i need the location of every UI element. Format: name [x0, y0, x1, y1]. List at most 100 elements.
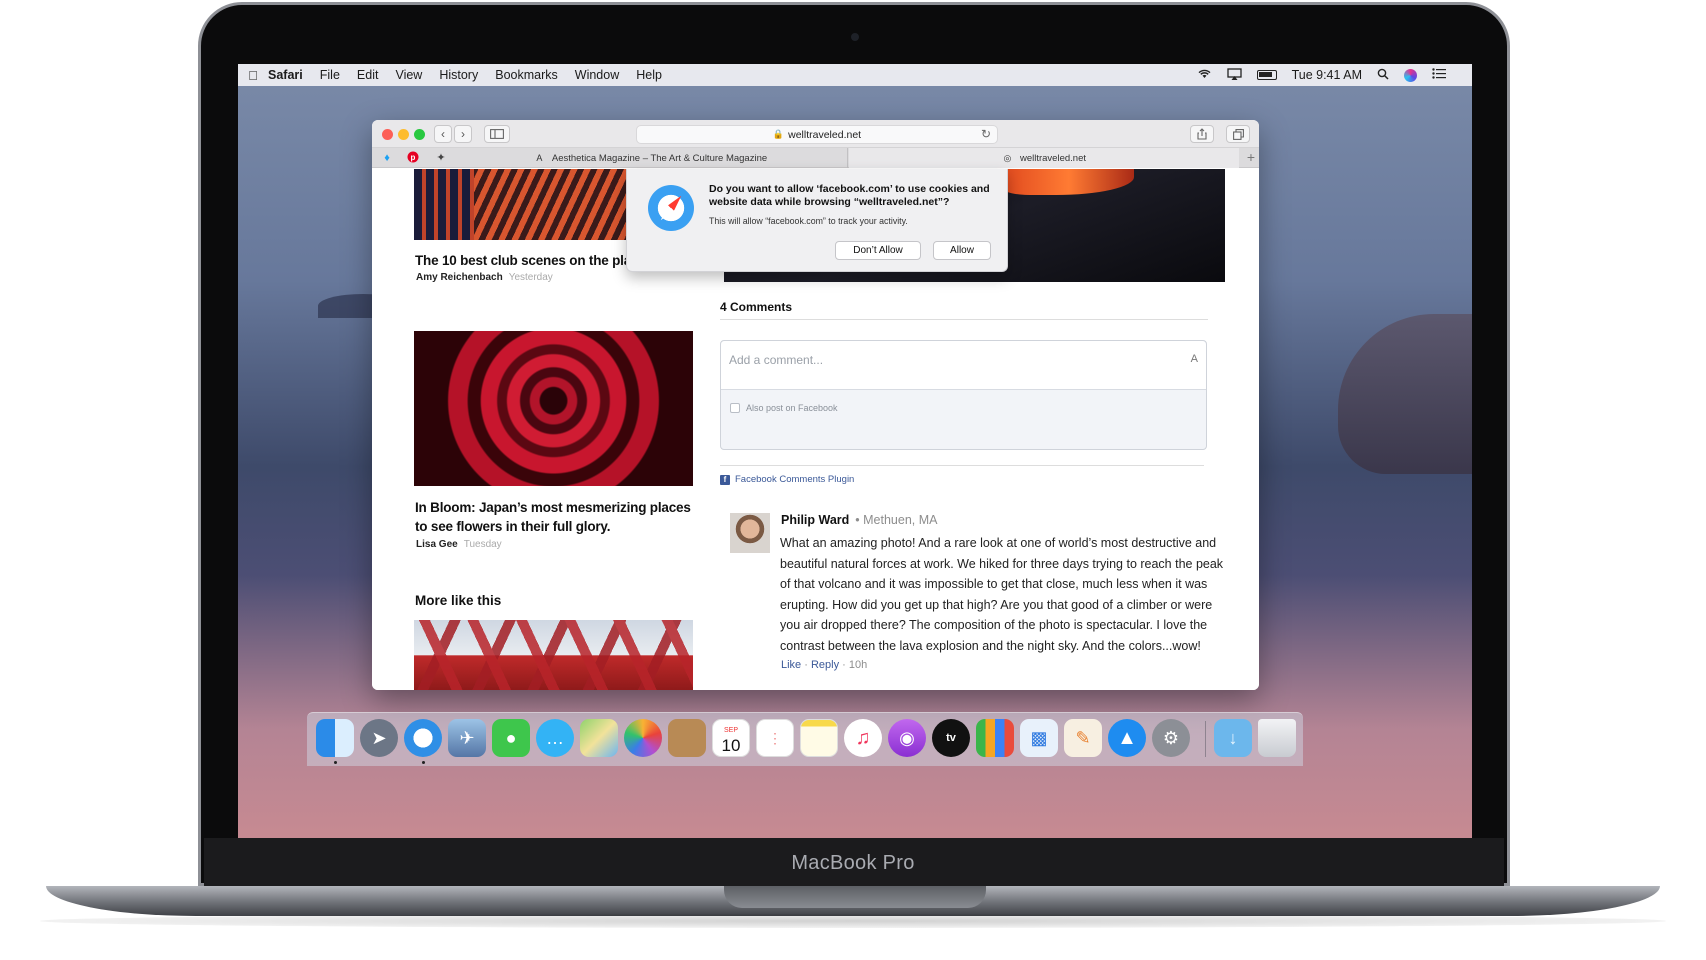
comment-location: • Methuen, MA: [855, 513, 938, 527]
pages-icon[interactable]: ✎: [1064, 719, 1102, 757]
avatar[interactable]: [730, 513, 770, 553]
device-brand: MacBook Pro: [791, 852, 915, 874]
reply-link[interactable]: Reply: [811, 659, 839, 671]
dock: ➤ ✈ ● … SEP 10 ⋮ ♫ ◉ tv ▩ ✎ ▲ ⚙ ↓: [307, 712, 1303, 766]
menu-app-name[interactable]: Safari: [268, 68, 303, 82]
menu-file[interactable]: File: [320, 68, 340, 82]
allow-button[interactable]: Allow: [933, 241, 991, 260]
clock[interactable]: Tue 9:41 AM: [1292, 68, 1362, 82]
airplay-icon[interactable]: [1226, 67, 1242, 83]
tab-label: welltraveled.net: [1019, 152, 1086, 164]
close-window-button[interactable]: [382, 129, 393, 140]
chevron-left-icon: ‹: [441, 127, 445, 141]
forward-button[interactable]: ›: [454, 125, 472, 143]
tv-icon[interactable]: tv: [932, 719, 970, 757]
minimize-window-button[interactable]: [398, 129, 409, 140]
reminders-icon[interactable]: ⋮: [756, 719, 794, 757]
text-format-icon[interactable]: A: [1191, 353, 1198, 365]
like-link[interactable]: Like: [781, 659, 801, 671]
siri-icon[interactable]: [1404, 68, 1417, 82]
battery-icon[interactable]: [1256, 70, 1277, 80]
also-post-checkbox[interactable]: [730, 403, 740, 413]
article-image-architecture[interactable]: [414, 620, 693, 690]
article-author[interactable]: Amy Reichenbach: [416, 272, 503, 283]
back-button[interactable]: ‹: [434, 125, 452, 143]
spotlight-icon[interactable]: [1377, 68, 1389, 83]
address-text: welltraveled.net: [788, 128, 862, 141]
keynote-icon[interactable]: ▩: [1020, 719, 1058, 757]
music-icon[interactable]: ♫: [844, 719, 882, 757]
notification-center-icon[interactable]: [1432, 68, 1446, 82]
tab-aesthetica[interactable]: A Aesthetica Magazine – The Art & Cultur…: [454, 148, 848, 168]
menu-edit[interactable]: Edit: [357, 68, 379, 82]
app-store-icon[interactable]: ▲: [1108, 719, 1146, 757]
pinterest-icon[interactable]: p: [406, 151, 420, 165]
wifi-icon[interactable]: [1197, 68, 1212, 82]
notes-icon[interactable]: [800, 719, 838, 757]
more-like-this-heading: More like this: [415, 593, 502, 608]
menu-bookmarks[interactable]: Bookmarks: [495, 68, 558, 82]
tab-label: Aesthetica Magazine – The Art & Culture …: [551, 152, 768, 164]
article-image-club[interactable]: [414, 169, 626, 240]
tab-welltraveled[interactable]: ◎ welltraveled.net: [849, 148, 1239, 168]
menu-view[interactable]: View: [395, 68, 422, 82]
menu-help[interactable]: Help: [636, 68, 662, 82]
menu-extras: Tue 9:41 AM: [1197, 67, 1472, 83]
tv-label: tv: [946, 732, 956, 744]
trash-icon[interactable]: [1258, 719, 1296, 757]
running-indicator: [334, 761, 337, 764]
comment-placeholder: Add a comment...: [729, 353, 824, 367]
address-bar[interactable]: 🔒 welltraveled.net ↻: [636, 125, 998, 144]
screen:  Safari File Edit View History Bookmark…: [238, 64, 1472, 838]
divider: [720, 465, 1204, 466]
podcasts-icon[interactable]: ◉: [888, 719, 926, 757]
facebook-icon: f: [720, 474, 730, 485]
comment-input[interactable]: Add a comment... A: [721, 341, 1206, 390]
share-button[interactable]: [1190, 125, 1214, 143]
new-tab-plus-icon[interactable]: +: [1247, 149, 1255, 165]
article-image-flower[interactable]: [414, 331, 693, 486]
menu-window[interactable]: Window: [575, 68, 619, 82]
dont-allow-button[interactable]: Don’t Allow: [835, 241, 921, 260]
launchpad-icon[interactable]: ➤: [360, 719, 398, 757]
running-indicator: [422, 761, 425, 764]
article-title[interactable]: In Bloom: Japan’s most mesmerizing place…: [415, 498, 700, 536]
browser-toolbar: ‹ › 🔒 welltraveled.net ↻: [372, 120, 1259, 148]
safari-icon[interactable]: [404, 719, 442, 757]
facetime-icon[interactable]: ●: [492, 719, 530, 757]
article-date: Tuesday: [463, 539, 502, 550]
pin-icon[interactable]: ✦: [434, 151, 448, 165]
comment-author-name[interactable]: Philip Ward: [781, 513, 849, 527]
plugin-label: Facebook Comments Plugin: [735, 474, 855, 485]
fullscreen-window-button[interactable]: [414, 129, 425, 140]
tabs-overview-button[interactable]: [1226, 125, 1250, 143]
numbers-icon[interactable]: [976, 719, 1014, 757]
comment-box: Add a comment... A Also post on Facebook: [720, 340, 1207, 450]
menu-history[interactable]: History: [439, 68, 478, 82]
facebook-plugin-link[interactable]: f Facebook Comments Plugin: [720, 474, 854, 485]
mail-icon[interactable]: ✈: [448, 719, 486, 757]
comments-heading: 4 Comments: [720, 300, 793, 314]
photos-icon[interactable]: [624, 719, 662, 757]
laptop-notch: [724, 886, 986, 908]
comment-author: Philip Ward • Methuen, MA: [781, 513, 938, 527]
article-title[interactable]: The 10 best club scenes on the plar: [415, 251, 630, 270]
apple-menu-icon[interactable]: : [238, 68, 268, 83]
article-meta: Lisa Gee Tuesday: [416, 539, 502, 550]
downloads-folder-icon[interactable]: ↓: [1214, 719, 1252, 757]
messages-icon[interactable]: …: [536, 719, 574, 757]
also-post-option[interactable]: Also post on Facebook: [730, 403, 838, 413]
article-author[interactable]: Lisa Gee: [416, 539, 458, 550]
calendar-icon[interactable]: SEP 10: [712, 719, 750, 757]
contacts-icon[interactable]: [668, 719, 706, 757]
twitter-icon[interactable]: ♦: [380, 151, 394, 165]
stage: MacBook Pro  Safari File Edit View Hist…: [0, 0, 1706, 960]
finder-icon[interactable]: [316, 719, 354, 757]
lock-icon: 🔒: [772, 129, 785, 139]
maps-icon[interactable]: [580, 719, 618, 757]
comment-text: What an amazing photo! And a rare look a…: [780, 536, 1224, 653]
reload-icon[interactable]: ↻: [981, 127, 991, 141]
system-preferences-icon[interactable]: ⚙: [1152, 719, 1190, 757]
sidebar-button[interactable]: [484, 125, 510, 143]
menu-bar:  Safari File Edit View History Bookmark…: [238, 64, 1472, 86]
